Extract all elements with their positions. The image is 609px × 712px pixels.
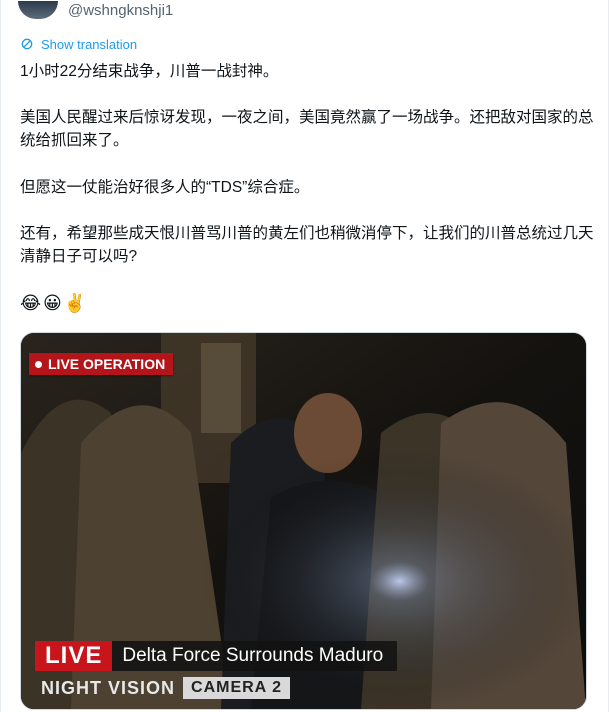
live-operation-label: LIVE OPERATION (48, 356, 166, 372)
night-vision-label: NIGHT VISION (41, 677, 176, 698)
news-lower-third: LIVE Delta Force Surrounds Maduro NIGHT … (35, 641, 435, 701)
translate-icon (21, 38, 33, 50)
live-tag: LIVE (35, 641, 113, 671)
show-translation-link[interactable]: Show translation (19, 36, 137, 52)
news-headline: Delta Force Surrounds Maduro (112, 641, 398, 671)
live-operation-badge: LIVE OPERATION (29, 353, 174, 375)
tweet-paragraph-1: 1小时22分结束战争，川普一战封神。 (20, 63, 279, 80)
emoji-line: 😂😀✌️ (20, 293, 89, 313)
live-dot-icon (35, 360, 42, 368)
tweet-media-image[interactable]: LIVE OPERATION LIVE Delta Force Surround… (20, 332, 587, 710)
tweet-paragraph-3: 但愿这一仗能治好很多人的“TDS”综合症。 (20, 179, 310, 196)
tweet-paragraph-2: 美国人民醒过来后惊讶发现，一夜之间，美国竟然赢了一场战争。还把敌对国家的总统给抓… (20, 109, 594, 149)
show-translation-label: Show translation (41, 36, 138, 52)
avatar[interactable] (18, 1, 58, 19)
camera-label: CAMERA 2 (183, 677, 290, 699)
tweet-paragraph-4: 还有，希望那些成天恨川普骂川普的黄左们也稍微消停下，让我们的川普总统过几天清静日… (20, 225, 594, 265)
tweet-author[interactable]: @wshngknshji1 (18, 0, 173, 20)
author-handle[interactable]: @wshngknshji1 (68, 2, 173, 19)
left-border (0, 0, 1, 712)
